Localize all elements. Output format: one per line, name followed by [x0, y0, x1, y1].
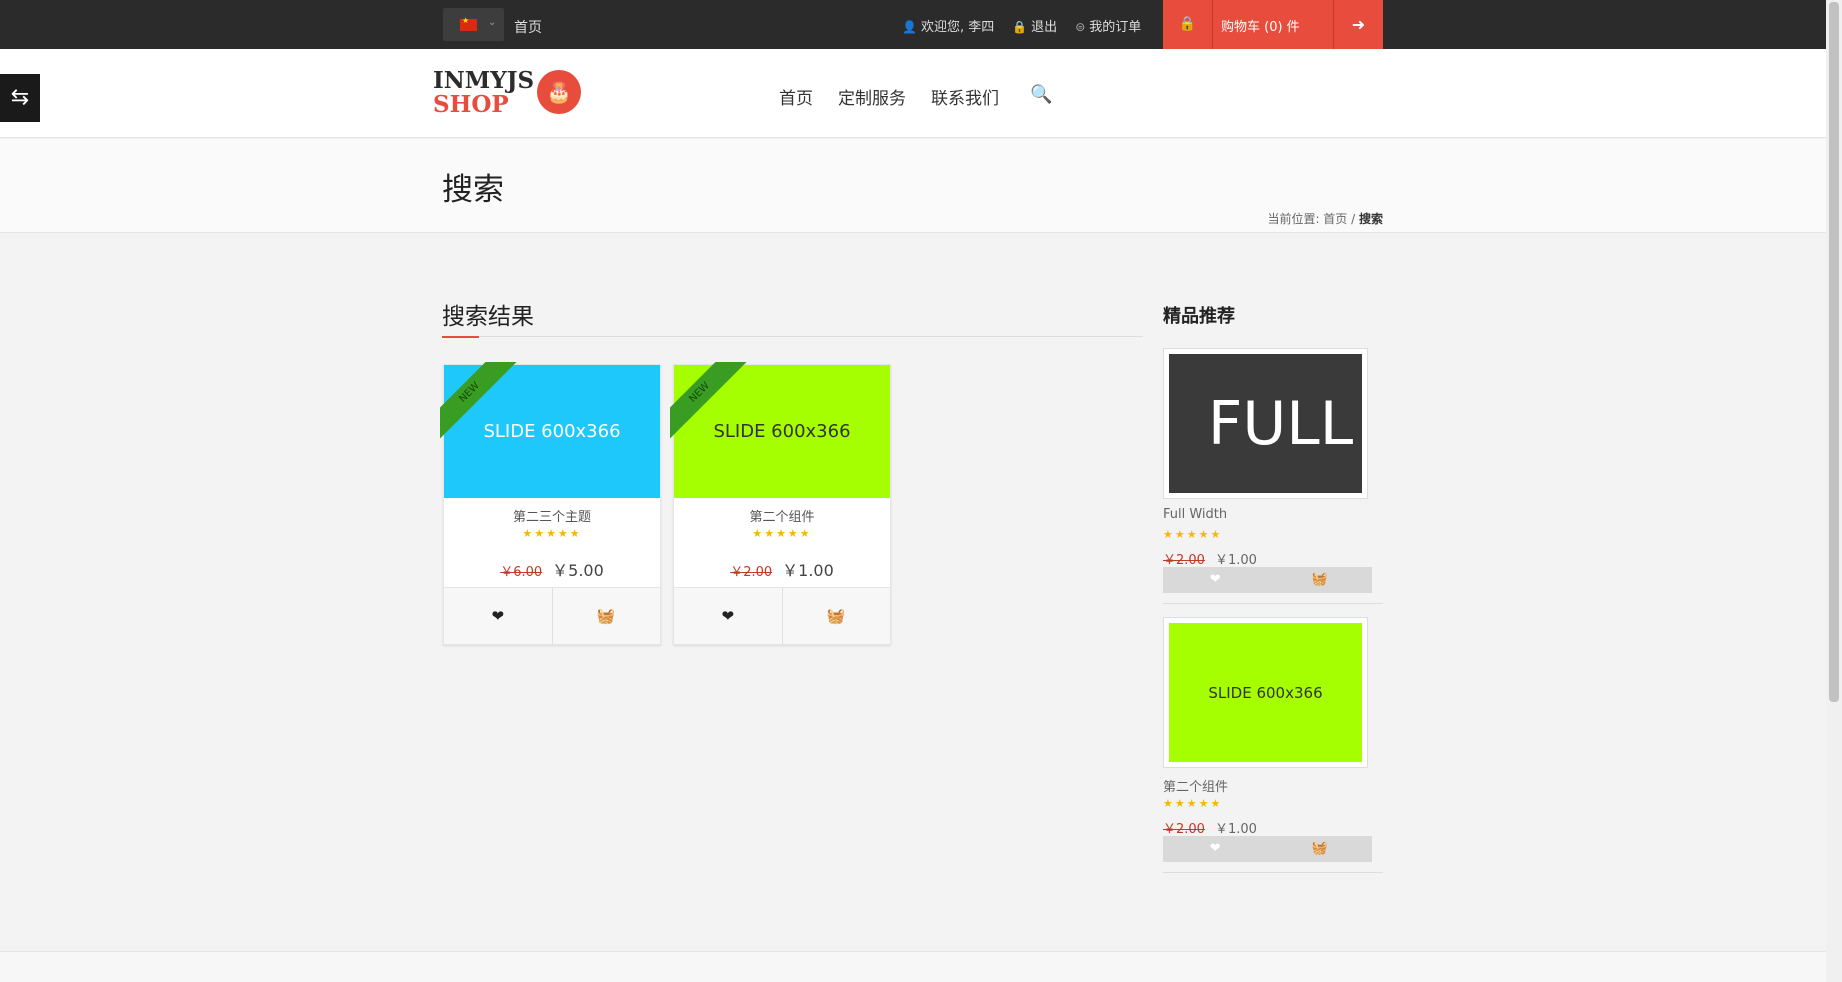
- cart-widget[interactable]: 🔒 购物车 (0) 件 ➜: [1163, 0, 1383, 49]
- logo-text-line1: INMYJS: [433, 67, 535, 94]
- logout-text: 退出: [1031, 20, 1058, 35]
- china-flag-icon: [460, 16, 477, 31]
- add-to-cart-basket-icon[interactable]: 🧺: [553, 588, 661, 644]
- old-price: ￥2.00: [730, 565, 773, 580]
- page-title: 搜索: [442, 172, 504, 208]
- breadcrumb: 当前位置: 首页 / 搜索: [1267, 210, 1383, 227]
- sidebar-toggle-button[interactable]: ⇆: [0, 74, 40, 122]
- recommended-image-text: SLIDE 600x366: [1169, 623, 1362, 762]
- product-name[interactable]: 第二个组件: [674, 506, 890, 525]
- new-ribbon: NEW: [440, 362, 520, 442]
- recommended-image[interactable]: FULL: [1163, 348, 1368, 499]
- recommended-image-text: FULL: [1169, 354, 1362, 493]
- nav-item-custom-service[interactable]: 定制服务: [838, 84, 906, 109]
- recommended-price: ￥2.00 ￥1.00: [1163, 549, 1257, 568]
- breadcrumb-separator: /: [1347, 212, 1359, 226]
- top-account-links: 👤 欢迎您, 李四 🔒 退出 ⊜ 我的订单: [902, 16, 1141, 35]
- user-icon: 👤: [902, 20, 917, 34]
- old-price: ￥2.00: [1163, 553, 1205, 568]
- rating-stars: ★★★★★: [752, 527, 812, 540]
- product-name[interactable]: 第二三个主题: [444, 506, 660, 525]
- results-heading: 搜索结果: [442, 304, 534, 330]
- welcome-text: 欢迎您, 李四: [920, 20, 995, 35]
- recommended-name[interactable]: Full Width: [1163, 507, 1227, 522]
- add-to-cart-basket-icon[interactable]: 🧺: [1268, 836, 1373, 862]
- logo-text-line2: SHOP: [433, 91, 509, 118]
- breadcrumb-prefix: 当前位置:: [1267, 212, 1324, 226]
- recommended-actions: ❤ 🧺: [1163, 567, 1372, 593]
- recommended-image[interactable]: SLIDE 600x366: [1163, 617, 1368, 768]
- search-icon[interactable]: 🔍: [1030, 84, 1052, 109]
- language-selector[interactable]: ⌄: [443, 8, 504, 41]
- chevron-down-icon: ⌄: [488, 17, 497, 28]
- results-divider: [442, 336, 1143, 338]
- cart-lock-icon: 🔒: [1163, 0, 1213, 49]
- rating-stars: ★★★★★: [1163, 528, 1223, 541]
- old-price: ￥6.00: [500, 565, 543, 580]
- wishlist-heart-icon[interactable]: ❤: [1163, 836, 1268, 862]
- wishlist-heart-icon[interactable]: ❤: [674, 588, 783, 644]
- orders-icon: ⊜: [1075, 20, 1086, 34]
- recommended-price: ￥2.00 ￥1.00: [1163, 818, 1257, 837]
- wishlist-heart-icon[interactable]: ❤: [444, 588, 553, 644]
- breadcrumb-current: 搜索: [1358, 212, 1383, 226]
- current-price: ￥1.00: [1214, 553, 1257, 568]
- add-to-cart-basket-icon[interactable]: 🧺: [1268, 567, 1373, 593]
- top-bar: ⌄ 首页 👤欢迎您, 李四 🔒退出 ⊜我的订单 🔒 购物车 (0) 件 ➜: [0, 0, 1826, 49]
- new-ribbon-label: NEW: [440, 362, 517, 440]
- lock-icon: 🔒: [1012, 20, 1028, 34]
- cart-checkout-arrow-icon[interactable]: ➜: [1333, 0, 1383, 49]
- main-nav: 首页 定制服务 联系我们 🔍: [779, 84, 1077, 109]
- cake-icon: 🎂: [537, 70, 581, 114]
- cart-summary[interactable]: 购物车 (0) 件: [1221, 16, 1300, 35]
- old-price: ￥2.00: [1163, 822, 1205, 837]
- footer-strip: [0, 951, 1826, 982]
- welcome-link[interactable]: 👤 欢迎您, 李四: [902, 16, 994, 35]
- current-price: ￥1.00: [782, 561, 834, 580]
- product-actions: ❤ 🧺: [444, 587, 660, 644]
- current-price: ￥5.00: [552, 561, 604, 580]
- product-actions: ❤ 🧺: [674, 587, 890, 644]
- nav-item-home[interactable]: 首页: [779, 84, 813, 109]
- orders-text: 我的订单: [1089, 20, 1142, 35]
- rating-stars: ★★★★★: [1163, 797, 1223, 810]
- nav-item-contact[interactable]: 联系我们: [931, 84, 999, 109]
- logout-link[interactable]: 🔒 退出: [1012, 16, 1057, 35]
- site-header: ⇆ INMYJS SHOP 🎂 首页 定制服务 联系我们 🔍: [0, 49, 1826, 138]
- recommended-name[interactable]: 第二个组件: [1163, 776, 1228, 795]
- recommended-actions: ❤ 🧺: [1163, 836, 1372, 862]
- rating-stars: ★★★★★: [522, 527, 582, 540]
- wishlist-heart-icon[interactable]: ❤: [1163, 567, 1268, 593]
- page-scrollbar[interactable]: [1826, 0, 1842, 982]
- page-title-band: 搜索 当前位置: 首页 / 搜索: [0, 139, 1826, 233]
- product-price: ￥6.00 ￥5.00: [444, 557, 660, 581]
- divider: [1163, 872, 1383, 873]
- product-price: ￥2.00 ￥1.00: [674, 557, 890, 581]
- sidebar-heading: 精品推荐: [1163, 306, 1235, 327]
- orders-link[interactable]: ⊜ 我的订单: [1075, 16, 1141, 35]
- new-ribbon: NEW: [670, 362, 750, 442]
- site-logo[interactable]: INMYJS SHOP 🎂: [433, 67, 581, 118]
- breadcrumb-home-link[interactable]: 首页: [1323, 212, 1347, 226]
- current-price: ￥1.00: [1214, 822, 1257, 837]
- divider: [1163, 603, 1383, 604]
- top-home-link[interactable]: 首页: [514, 17, 542, 37]
- scrollbar-thumb[interactable]: [1829, 2, 1839, 702]
- add-to-cart-basket-icon[interactable]: 🧺: [783, 588, 891, 644]
- product-card: SLIDE 600x366 NEW 第二三个主题 ★★★★★ ￥6.00 ￥5.0…: [440, 362, 661, 645]
- new-ribbon-label: NEW: [670, 362, 747, 440]
- product-card: SLIDE 600x366 NEW 第二个组件 ★★★★★ ￥2.00 ￥1.00…: [670, 362, 891, 645]
